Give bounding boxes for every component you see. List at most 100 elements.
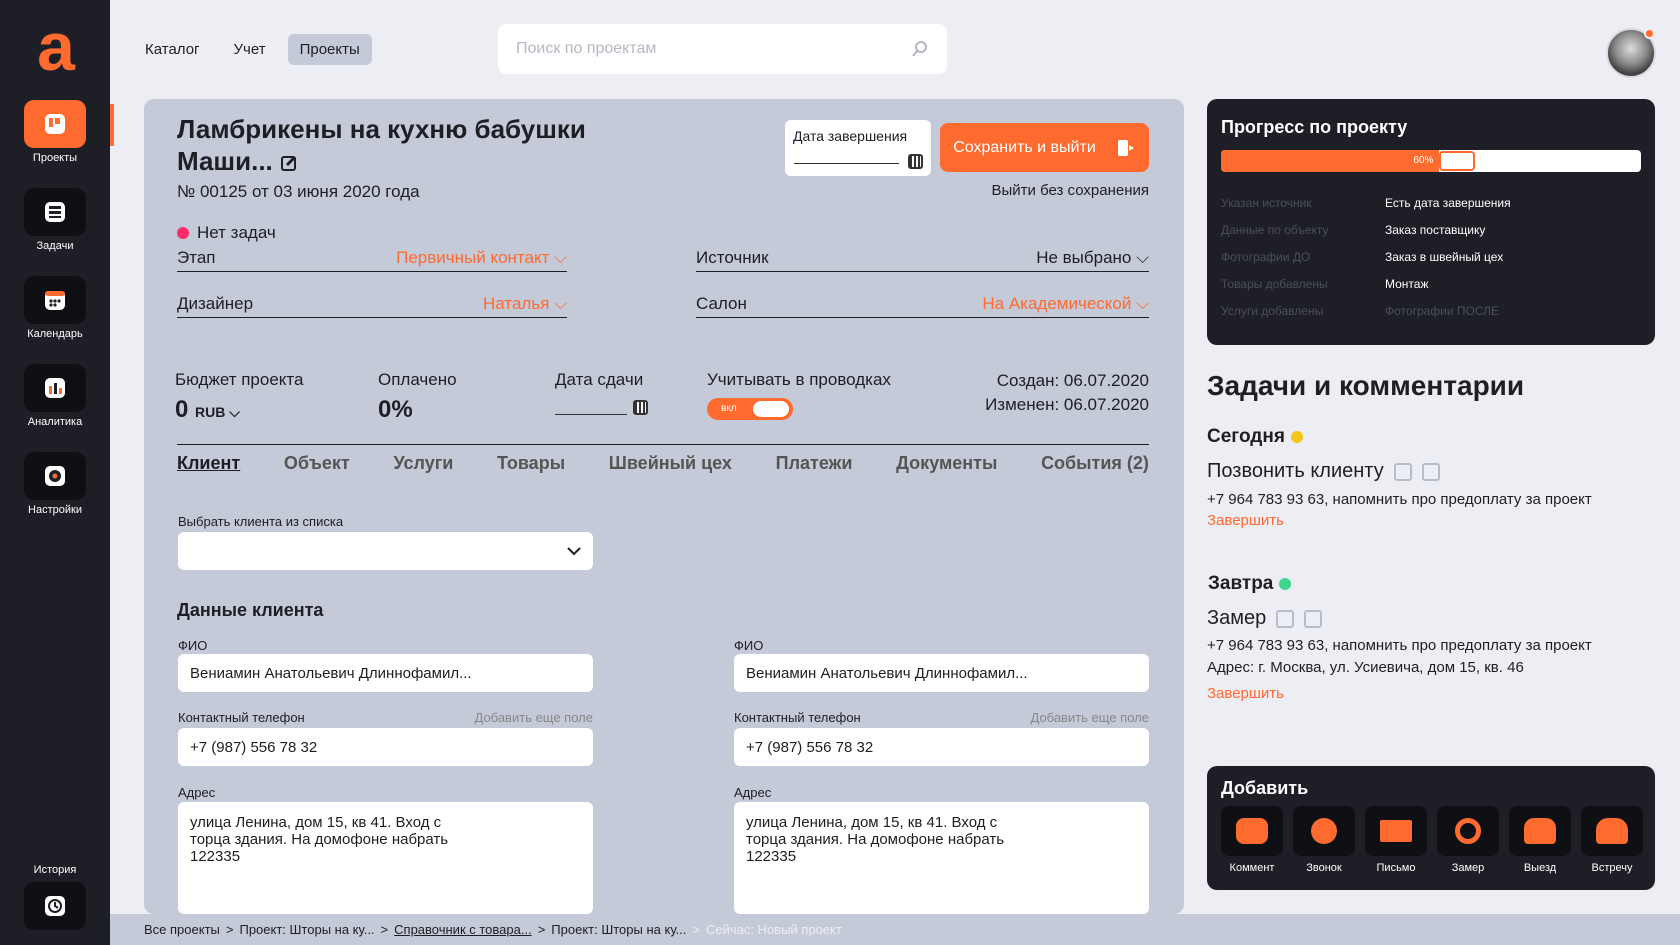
app-logo: a — [37, 9, 75, 85]
tab-documents[interactable]: Документы — [896, 453, 997, 474]
breadcrumb-item[interactable]: Все проекты — [144, 922, 220, 937]
tab-bar: Клиент Объект Услуги Товары Швейный цех … — [177, 444, 1149, 474]
tasks-title: Задачи и комментарии — [1207, 370, 1525, 401]
checklist-item: Есть дата завершения — [1385, 196, 1511, 210]
tasks-icon — [24, 188, 86, 236]
sidebar-item-label: Календарь — [27, 328, 83, 340]
progress-bar-fill: 60% — [1221, 150, 1476, 172]
designer-value: Наталья ⌵ — [483, 294, 567, 313]
dates-block: Создан: 06.07.2020 Изменен: 06.07.2020 — [904, 369, 1149, 417]
fio-label: ФИО — [178, 638, 208, 653]
sidebar-item-analytics[interactable]: Аналитика — [0, 364, 110, 428]
address-label: Адрес — [178, 785, 216, 800]
phone-icon — [1293, 806, 1355, 856]
save-and-exit-button[interactable]: Сохранить и выйти — [940, 123, 1149, 172]
breadcrumb-item[interactable]: Проект: Шторы на ку... — [551, 922, 686, 937]
stage-value: Первичный контакт ⌵ — [396, 248, 567, 267]
today-heading: Сегодня — [1207, 426, 1303, 448]
breadcrumb-item[interactable]: Справочник с товара... — [394, 922, 532, 937]
source-value: Не выбрано ⌵ — [1036, 248, 1149, 267]
due-date-line — [794, 163, 899, 164]
add-measure-button[interactable]: Замер — [1437, 806, 1499, 874]
due-date-field[interactable]: Дата завершения — [785, 120, 931, 176]
add-letter-button[interactable]: Письмо — [1365, 806, 1427, 874]
topnav-accounting[interactable]: Учет — [222, 34, 278, 65]
tab-client[interactable]: Клиент — [177, 453, 240, 474]
fio-field[interactable]: Вениамин Анатольевич Длиннофамил... — [178, 654, 593, 692]
paid-label: Оплачено — [378, 370, 457, 389]
tab-goods[interactable]: Товары — [497, 453, 565, 474]
edit-icon[interactable] — [280, 154, 298, 172]
calendar-icon[interactable] — [908, 154, 923, 169]
trash-icon[interactable] — [1304, 609, 1323, 628]
sidebar-item-calendar[interactable]: Календарь — [0, 276, 110, 340]
add-visit-button[interactable]: Выезд — [1509, 806, 1571, 874]
modified-date: Изменен: 06.07.2020 — [985, 395, 1149, 414]
history-icon — [24, 882, 86, 930]
add-card: Добавить Коммент Звонок Письмо Замер Вые… — [1207, 766, 1655, 890]
choose-client-label: Выбрать клиента из списка — [178, 514, 344, 529]
address-field[interactable]: улица Ленина, дом 15, кв 41. Вход с торц… — [178, 802, 593, 914]
search-placeholder: Поиск по проектам — [516, 40, 657, 57]
people-icon — [1581, 806, 1643, 856]
phone-field[interactable]: +7 (987) 556 78 32 — [178, 728, 593, 766]
handover-date-line — [555, 401, 627, 415]
edit-icon[interactable] — [1393, 462, 1412, 481]
add-meeting-button[interactable]: Встречу — [1581, 806, 1643, 874]
salon-select[interactable]: Салон На Академической ⌵ — [696, 288, 1149, 318]
finish-task-link[interactable]: Завершить — [1207, 512, 1284, 529]
breadcrumb-item[interactable]: Проект: Шторы на ку... — [239, 922, 374, 937]
topnav-projects[interactable]: Проекты — [287, 34, 372, 65]
calendar-icon[interactable] — [633, 400, 648, 415]
sidebar-item-settings[interactable]: Настройки — [0, 452, 110, 516]
client-select[interactable] — [178, 532, 593, 570]
sidebar-item-label: Настройки — [28, 504, 82, 516]
budget-value[interactable]: 0 RUB ⌵ — [175, 396, 303, 424]
no-tasks-status: Нет задач — [177, 223, 276, 243]
tab-events[interactable]: События (2) — [1041, 453, 1149, 474]
handover-date-field[interactable]: Дата сдачи — [555, 370, 648, 415]
progress-knob — [1439, 151, 1476, 171]
search-input[interactable]: Поиск по проектам — [498, 24, 947, 74]
add-field-link[interactable]: Добавить еще поле — [1028, 710, 1150, 725]
exit-without-saving-link[interactable]: Выйти без сохранения — [982, 182, 1150, 199]
designer-select[interactable]: Дизайнер Наталья ⌵ — [177, 288, 567, 318]
progress-card: Прогресс по проекту 60% Указан источник … — [1207, 99, 1655, 345]
finish-task-link[interactable]: Завершить — [1207, 685, 1284, 702]
topnav-catalog[interactable]: Каталог — [133, 34, 212, 65]
project-number: № 00125 от 03 июня 2020 года — [177, 182, 420, 201]
source-select[interactable]: Источник Не выбрано ⌵ — [696, 242, 1149, 272]
checklist-item: Услуги добавлены — [1221, 304, 1324, 318]
sidebar-item-label: Задачи — [36, 240, 74, 252]
tab-sewing[interactable]: Швейный цех — [609, 453, 732, 474]
add-comment-button[interactable]: Коммент — [1221, 806, 1283, 874]
handover-label: Дата сдачи — [555, 370, 644, 389]
projects-icon — [24, 100, 86, 148]
address-field[interactable]: улица Ленина, дом 15, кв 41. Вход с торц… — [734, 802, 1149, 914]
search-icon — [912, 41, 927, 57]
progress-percent: 60% — [1413, 155, 1434, 166]
add-field-link[interactable]: Добавить еще поле — [472, 710, 594, 725]
paid-value: 0% — [378, 396, 413, 423]
tab-payments[interactable]: Платежи — [776, 453, 853, 474]
fio-field[interactable]: Вениамин Анатольевич Длиннофамил... — [734, 654, 1149, 692]
client-data-title: Данные клиента — [177, 600, 324, 620]
stage-select[interactable]: Этап Первичный контакт ⌵ — [177, 242, 567, 272]
sidebar-item-tasks[interactable]: Задачи — [0, 188, 110, 252]
postings-toggle[interactable]: вкл — [707, 398, 793, 420]
phone-field[interactable]: +7 (987) 556 78 32 — [734, 728, 1149, 766]
tab-object[interactable]: Объект — [284, 453, 350, 474]
task-description: +7 964 783 93 63, напомнить про предопла… — [1207, 491, 1592, 508]
sidebar-item-history[interactable]: История — [0, 864, 110, 930]
checklist-item: Заказ в швейный цех — [1385, 250, 1504, 264]
tab-services[interactable]: Услуги — [393, 453, 453, 474]
edit-icon[interactable] — [1276, 609, 1295, 628]
due-date-label: Дата завершения — [793, 128, 908, 144]
tomorrow-heading: Завтра — [1208, 573, 1292, 595]
trash-icon[interactable] — [1421, 462, 1440, 481]
toggle-label: вкл — [721, 403, 737, 414]
add-call-button[interactable]: Звонок — [1293, 806, 1355, 874]
sidebar-item-projects[interactable]: Проекты — [0, 100, 110, 164]
calendar-icon — [24, 276, 86, 324]
checklist-item: Монтаж — [1385, 277, 1429, 291]
